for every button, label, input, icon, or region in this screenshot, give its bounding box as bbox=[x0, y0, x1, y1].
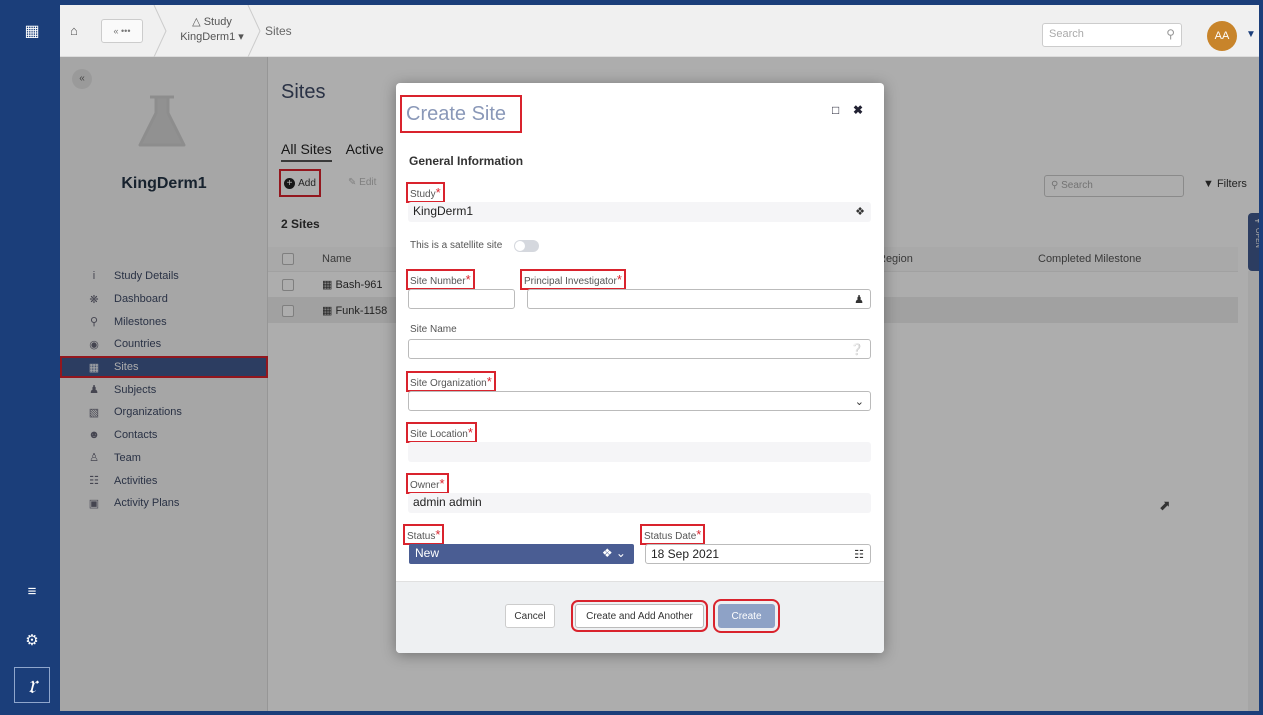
satellite-toggle[interactable] bbox=[514, 240, 539, 252]
status-value: New bbox=[415, 546, 440, 560]
close-icon[interactable]: ✖ bbox=[853, 103, 863, 117]
status-label-text: Status bbox=[407, 531, 436, 542]
cancel-button[interactable]: Cancel bbox=[505, 604, 555, 628]
principal-investigator-label: Principal Investigator* bbox=[520, 269, 626, 290]
breadcrumb-study-label: Study bbox=[203, 16, 232, 28]
site-number-input[interactable] bbox=[408, 289, 515, 309]
global-search-input[interactable]: Search ⚲ bbox=[1042, 23, 1182, 47]
maximize-icon[interactable]: □ bbox=[832, 103, 839, 117]
create-button[interactable]: Create bbox=[713, 599, 780, 633]
site-name-label: Site Name bbox=[410, 324, 457, 335]
info-icon[interactable]: ❖ bbox=[855, 205, 865, 218]
left-rail: ≡ ⚙ 𝔯 bbox=[4, 57, 60, 711]
app-grid-icon[interactable]: ▦ bbox=[4, 5, 60, 57]
caret-down-icon: ▾ bbox=[238, 31, 244, 43]
gear-icon[interactable]: ⚙ bbox=[4, 631, 60, 649]
breadcrumb-separator bbox=[152, 5, 170, 58]
status-label: Status* bbox=[402, 524, 445, 545]
breadcrumb-study[interactable]: △ Study KingDerm1 ▾ bbox=[172, 15, 252, 45]
site-organization-label: Site Organization* bbox=[406, 371, 496, 392]
owner-label-text: Owner bbox=[410, 480, 440, 491]
site-number-label-text: Site Number bbox=[410, 276, 466, 287]
list-icon[interactable]: ≡ bbox=[4, 583, 60, 600]
avatar[interactable]: AA bbox=[1207, 21, 1237, 51]
status-date-label: Status Date* bbox=[639, 524, 706, 545]
caret-down-icon[interactable]: ▼ bbox=[1246, 29, 1256, 40]
top-bar: ▦ ⌂ « ••• △ Study KingDerm1 ▾ Sites Sear… bbox=[4, 5, 1259, 58]
status-date-value: 18 Sep 2021 bbox=[651, 547, 720, 561]
info-chevron-icon: ❖ ⌄ bbox=[601, 546, 626, 560]
study-field: KingDerm1 ❖ bbox=[408, 202, 871, 222]
calendar-icon[interactable]: ☷ bbox=[854, 548, 864, 561]
breadcrumb-back-label: « bbox=[113, 26, 119, 36]
site-org-label-text: Site Organization bbox=[410, 378, 487, 389]
section-title: General Information bbox=[409, 154, 524, 168]
status-date-input[interactable]: 18 Sep 2021 ☷ bbox=[645, 544, 871, 564]
create-site-dialog: Create Site □ ✖ General Information Stud… bbox=[396, 83, 884, 653]
breadcrumb-back-button[interactable]: « ••• bbox=[101, 19, 143, 43]
home-icon[interactable]: ⌂ bbox=[70, 23, 78, 38]
site-location-label: Site Location* bbox=[406, 422, 477, 443]
breadcrumb-sites[interactable]: Sites bbox=[265, 24, 292, 38]
dialog-footer: Cancel Create and Add Another Create bbox=[396, 581, 884, 653]
site-location-field[interactable] bbox=[408, 442, 871, 462]
user-icon[interactable]: ♟ bbox=[854, 293, 864, 306]
satellite-label: This is a satellite site bbox=[410, 240, 503, 251]
dialog-title: Create Site bbox=[400, 95, 522, 133]
create-and-add-another-button[interactable]: Create and Add Another bbox=[571, 600, 708, 632]
mouse-cursor-icon: ⬈ bbox=[1159, 497, 1171, 513]
breadcrumb-separator bbox=[246, 5, 264, 58]
logo: 𝔯 bbox=[14, 667, 50, 703]
study-label: Study* bbox=[406, 182, 445, 203]
search-icon: ⚲ bbox=[1166, 27, 1175, 41]
principal-investigator-input[interactable]: ♟ bbox=[527, 289, 871, 309]
site-number-label: Site Number* bbox=[406, 269, 475, 290]
pi-label-text: Principal Investigator bbox=[524, 276, 617, 287]
study-value: KingDerm1 bbox=[413, 204, 474, 218]
site-location-label-text: Site Location bbox=[410, 429, 468, 440]
breadcrumb-study-value: KingDerm1 bbox=[180, 31, 236, 43]
site-organization-select[interactable]: ⌄ bbox=[408, 391, 871, 411]
app-frame: ▦ ⌂ « ••• △ Study KingDerm1 ▾ Sites Sear… bbox=[0, 0, 1263, 715]
flask-icon: △ bbox=[192, 16, 201, 28]
status-select[interactable]: New ❖ ⌄ bbox=[409, 544, 634, 564]
help-icon[interactable]: ❔ bbox=[850, 343, 864, 356]
study-label-text: Study bbox=[410, 189, 436, 200]
global-search-placeholder: Search bbox=[1049, 28, 1084, 40]
status-date-label-text: Status Date bbox=[644, 531, 697, 542]
owner-field[interactable]: admin admin bbox=[408, 493, 871, 513]
site-name-input[interactable]: ❔ bbox=[408, 339, 871, 359]
owner-label: Owner* bbox=[406, 473, 449, 494]
chevron-down-icon: ⌄ bbox=[854, 396, 864, 408]
